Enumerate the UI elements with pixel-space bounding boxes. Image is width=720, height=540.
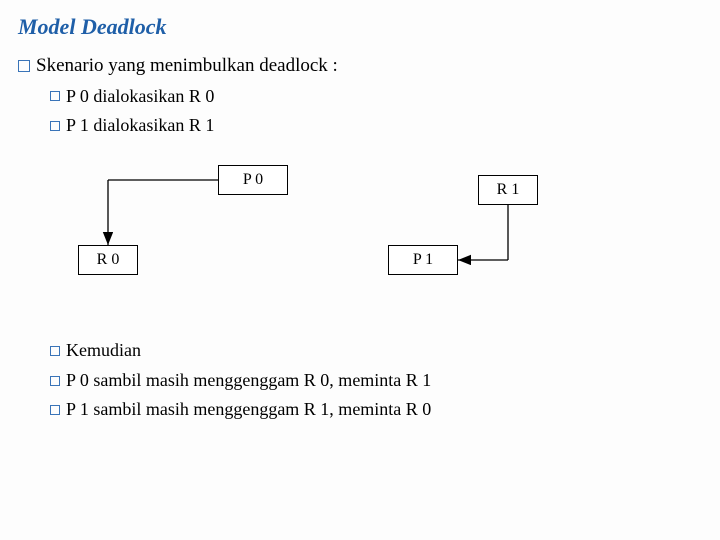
bullet-text: P 1 sambil masih menggenggam R 1, memint… xyxy=(66,398,431,421)
bullet-text: P 0 dialokasikan R 0 xyxy=(66,85,214,108)
bullet-then-1: Kemudian xyxy=(50,339,702,362)
bullet-square-icon xyxy=(50,376,60,386)
bullet-text: Skenario yang menimbulkan deadlock : xyxy=(36,54,338,79)
bullet-text: P 1 dialokasikan R 1 xyxy=(66,114,214,137)
bullet-square-icon xyxy=(18,60,30,72)
bullet-text: Kemudian xyxy=(66,339,141,362)
bullet-intro: Skenario yang menimbulkan deadlock : xyxy=(18,54,702,79)
diagram-edges xyxy=(78,155,638,325)
bullet-then-2: P 0 sambil masih menggenggam R 0, memint… xyxy=(50,369,702,392)
bullet-alloc-1: P 0 dialokasikan R 0 xyxy=(50,85,702,108)
bullet-square-icon xyxy=(50,91,60,101)
bullet-square-icon xyxy=(50,121,60,131)
bullet-then-3: P 1 sambil masih menggenggam R 1, memint… xyxy=(50,398,702,421)
slide-title: Model Deadlock xyxy=(18,14,702,40)
bullet-square-icon xyxy=(50,405,60,415)
bullet-square-icon xyxy=(50,346,60,356)
deadlock-diagram: P 0 R 0 R 1 P 1 xyxy=(78,155,638,325)
bullet-text: P 0 sambil masih menggenggam R 0, memint… xyxy=(66,369,431,392)
bullet-alloc-2: P 1 dialokasikan R 1 xyxy=(50,114,702,137)
